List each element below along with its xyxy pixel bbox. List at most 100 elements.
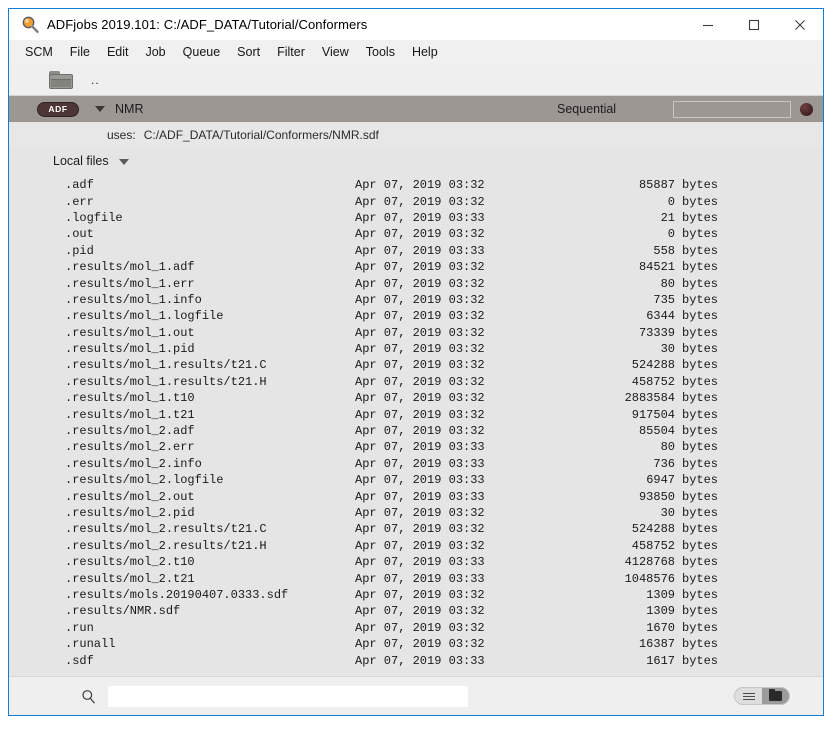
file-size: 1670 (646, 620, 675, 635)
file-date: Apr 07, 2019 03:32 (355, 276, 485, 291)
file-row[interactable]: .results/mol_1.adf Apr 07, 2019 03:32 8452… (65, 259, 823, 275)
file-date: Apr 07, 2019 03:33 (355, 489, 485, 504)
file-row[interactable]: .results/mol_1.results/t21.H Apr 07, 2019… (65, 374, 823, 390)
menu-item-queue[interactable]: Queue (183, 45, 221, 59)
maximize-button[interactable] (731, 9, 777, 40)
file-row[interactable]: .pid Apr 07, 2019 03:33 558 bytes (65, 243, 823, 259)
close-button[interactable] (777, 9, 823, 40)
file-name: .results/mol_1.out (65, 325, 195, 340)
file-row[interactable]: .results/mol_2.logfile Apr 07, 2019 03:33… (65, 472, 823, 488)
file-row[interactable]: .results/mol_1.logfile Apr 07, 2019 03:32… (65, 308, 823, 324)
file-row[interactable]: .results/mol_2.out Apr 07, 2019 03:33 9385… (65, 488, 823, 504)
file-row[interactable]: .results/mol_1.results/t21.C Apr 07, 2019… (65, 357, 823, 373)
chevron-down-icon[interactable] (118, 158, 129, 165)
file-size: 93850 (638, 489, 675, 504)
file-size-unit: bytes (682, 194, 719, 209)
local-files-header[interactable]: Local files (9, 147, 823, 172)
file-size-unit: bytes (682, 456, 719, 471)
file-size: 2883584 (624, 391, 675, 406)
file-row[interactable]: .results/mol_2.pid Apr 07, 2019 03:32 30 by… (65, 505, 823, 521)
menu-item-filter[interactable]: Filter (277, 45, 305, 59)
file-row[interactable]: .runall Apr 07, 2019 03:32 16387 bytes (65, 636, 823, 652)
file-row[interactable]: .results/mol_2.t21 Apr 07, 2019 03:33 1048… (65, 570, 823, 586)
parent-directory-label[interactable]: .. (91, 73, 100, 87)
list-view-icon[interactable] (735, 688, 762, 704)
file-name: .results/mol_1.adf (65, 260, 195, 275)
file-size-unit: bytes (682, 620, 719, 635)
file-size: 524288 (631, 358, 675, 373)
magnifier-icon (19, 14, 41, 36)
view-mode-toggle[interactable] (734, 687, 790, 705)
file-name: .pid (65, 243, 94, 258)
file-size: 30 (660, 506, 675, 520)
file-size: 1048576 (624, 571, 675, 586)
toolbar: .. (9, 64, 823, 96)
file-size-unit: bytes (682, 587, 719, 602)
folder-icon[interactable] (49, 70, 75, 90)
window-controls (685, 9, 823, 40)
file-size-unit: bytes (682, 309, 719, 324)
folder-view-icon[interactable] (762, 688, 789, 704)
job-name[interactable]: NMR (115, 102, 143, 116)
file-date: Apr 07, 2019 03:33 (355, 440, 485, 455)
status-indicator-dot (800, 102, 813, 116)
file-row[interactable]: .sdf Apr 07, 2019 03:33 1617 bytes (65, 652, 823, 668)
file-date: Apr 07, 2019 03:32 (355, 325, 485, 340)
file-row[interactable]: .results/mol_1.err Apr 07, 2019 03:32 80 by… (65, 275, 823, 291)
file-size: 524288 (631, 522, 675, 537)
file-row[interactable]: .results/mol_1.t21 Apr 07, 2019 03:32 9175… (65, 406, 823, 422)
file-row[interactable]: .results/mol_1.out Apr 07, 2019 03:32 7333… (65, 325, 823, 341)
file-row[interactable]: .results/mol_2.info Apr 07, 2019 03:33 736… (65, 456, 823, 472)
file-name: .results/mol_2.logfile (65, 473, 224, 488)
file-size: 4128768 (624, 555, 675, 570)
file-size: 0 (667, 194, 675, 209)
file-row[interactable]: .out Apr 07, 2019 03:32 0 bytes (65, 226, 823, 242)
job-uses-row: uses: C:/ADF_DATA/Tutorial/Conformers/NM… (9, 122, 823, 147)
menu-item-job[interactable]: Job (145, 45, 165, 59)
file-row[interactable]: .results/mol_2.t10 Apr 07, 2019 03:33 4128… (65, 554, 823, 570)
menu-item-file[interactable]: File (70, 45, 90, 59)
menu-item-tools[interactable]: Tools (366, 45, 395, 59)
file-date: Apr 07, 2019 03:33 (355, 456, 485, 471)
file-row[interactable]: .results/mol_1.pid Apr 07, 2019 03:32 30 by… (65, 341, 823, 357)
engine-badge[interactable]: ADF (37, 101, 79, 117)
file-row[interactable]: .results/mol_2.results/t21.C Apr 07, 2019… (65, 521, 823, 537)
job-run-mode: Sequential (557, 102, 617, 116)
file-row[interactable]: .err Apr 07, 2019 03:32 0 bytes (65, 193, 823, 209)
file-row[interactable]: .results/NMR.sdf Apr 07, 2019 03:32 1309 by… (65, 603, 823, 619)
file-row[interactable]: .adf Apr 07, 2019 03:32 85887 bytes (65, 177, 823, 193)
menu-item-sort[interactable]: Sort (237, 45, 260, 59)
file-name: .sdf (65, 653, 94, 668)
menu-item-edit[interactable]: Edit (107, 45, 129, 59)
menu-item-scm[interactable]: SCM (25, 45, 53, 59)
file-row[interactable]: .results/mol_1.info Apr 07, 2019 03:32 735… (65, 292, 823, 308)
chevron-down-icon[interactable] (95, 106, 105, 112)
file-row[interactable]: .run Apr 07, 2019 03:32 1670 bytes (65, 620, 823, 636)
file-row[interactable]: .results/mols.20190407.0333.sdf Apr 07, 2… (65, 587, 823, 603)
menu-item-view[interactable]: View (322, 45, 349, 59)
menu-item-help[interactable]: Help (412, 45, 438, 59)
file-list: .adf Apr 07, 2019 03:32 85887 bytes .err Apr … (9, 177, 823, 669)
file-date: Apr 07, 2019 03:32 (355, 260, 485, 275)
file-name: .results/mol_2.results/t21.H (65, 538, 267, 553)
file-size-unit: bytes (682, 506, 719, 520)
file-row[interactable]: .results/mol_2.err Apr 07, 2019 03:33 80 by… (65, 439, 823, 455)
file-size-unit: bytes (682, 227, 719, 242)
file-size-unit: bytes (682, 538, 719, 553)
file-size-unit: bytes (682, 243, 719, 258)
file-row[interactable]: .results/mol_2.adf Apr 07, 2019 03:32 8550… (65, 423, 823, 439)
file-name: .logfile (65, 210, 123, 225)
uses-label: uses: (107, 127, 136, 142)
file-date: Apr 07, 2019 03:32 (355, 637, 485, 652)
file-size: 84521 (638, 260, 675, 275)
file-row[interactable]: .logfile Apr 07, 2019 03:33 21 bytes (65, 210, 823, 226)
file-row[interactable]: .results/mol_2.results/t21.H Apr 07, 2019… (65, 538, 823, 554)
file-name: .results/mol_1.results/t21.C (65, 358, 267, 373)
file-date: Apr 07, 2019 03:32 (355, 358, 485, 373)
search-input[interactable] (108, 685, 468, 707)
file-date: Apr 07, 2019 03:32 (355, 620, 485, 635)
file-size-unit: bytes (682, 292, 719, 307)
file-row[interactable]: .results/mol_1.t10 Apr 07, 2019 03:32 2883… (65, 390, 823, 406)
file-size: 80 (660, 440, 675, 455)
minimize-button[interactable] (685, 9, 731, 40)
